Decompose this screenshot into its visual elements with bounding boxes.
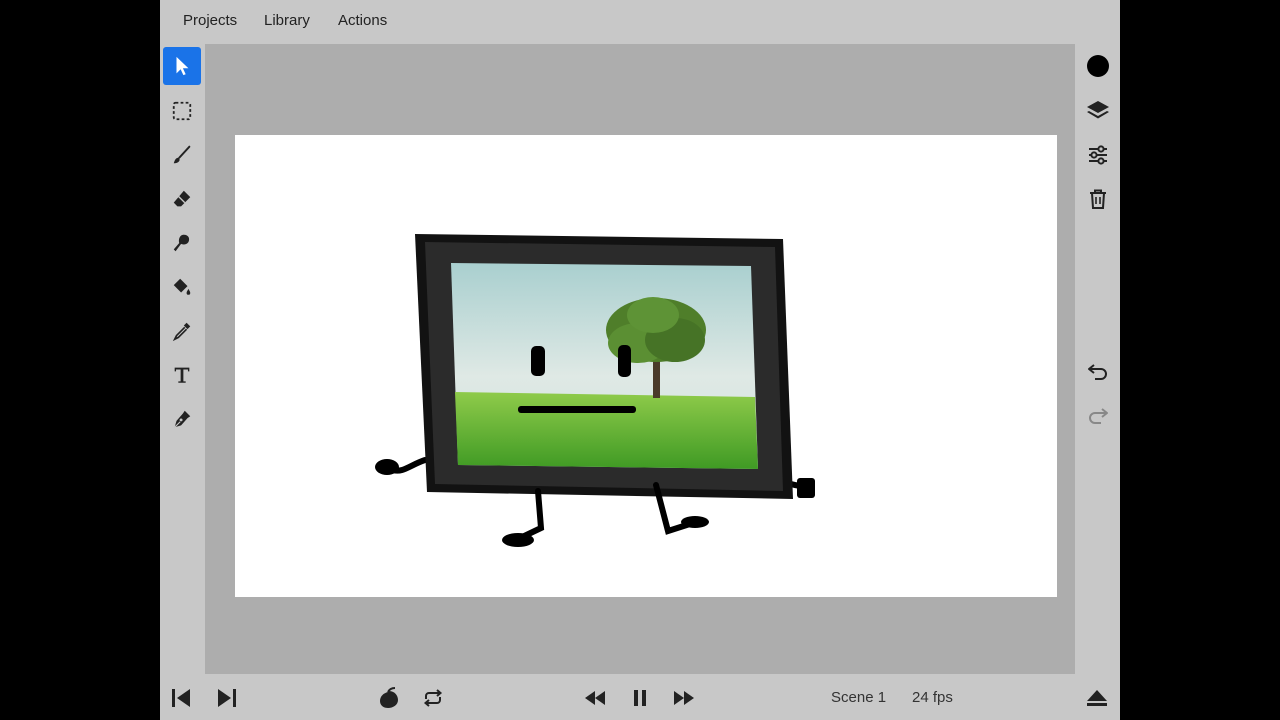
playback-bar: Scene 1 24 fps: [160, 676, 1120, 720]
rewind-icon: [585, 691, 605, 705]
layers-icon: [1087, 101, 1109, 119]
brush-icon: [173, 145, 191, 164]
rewind-button[interactable]: [581, 685, 609, 711]
trash-icon: [1090, 189, 1106, 209]
eject-button[interactable]: [1083, 685, 1111, 711]
tool-palette: [160, 44, 204, 674]
fill-tool-button[interactable]: [163, 268, 201, 306]
loop-button[interactable]: [419, 685, 447, 711]
brush-tool-button[interactable]: [163, 136, 201, 174]
menu-projects[interactable]: Projects: [183, 12, 237, 29]
loop-icon: [423, 689, 443, 707]
select-tool-button[interactable]: [163, 47, 201, 85]
text-icon: [174, 367, 190, 383]
next-frame-icon: [218, 689, 236, 707]
layers-button[interactable]: [1079, 92, 1117, 130]
color-swatch-icon: [1087, 55, 1109, 77]
undo-button[interactable]: [1079, 351, 1117, 389]
right-toolbar: [1075, 44, 1120, 674]
eraser-tool-button[interactable]: [163, 180, 201, 218]
color-swatch-button[interactable]: [1079, 47, 1117, 85]
previous-frame-icon: [172, 689, 190, 707]
fps-label[interactable]: 24 fps: [912, 689, 953, 706]
redo-button[interactable]: [1079, 395, 1117, 433]
character-artwork: [375, 234, 815, 547]
marquee-tool-button[interactable]: [163, 92, 201, 130]
eyedropper-icon: [172, 322, 191, 342]
sliders-icon: [1089, 145, 1107, 165]
delete-button[interactable]: [1079, 180, 1117, 218]
pen-tool-button[interactable]: [163, 400, 201, 438]
menu-library[interactable]: Library: [264, 12, 310, 29]
onion-skin-icon: [380, 687, 398, 708]
text-tool-button[interactable]: [163, 356, 201, 394]
pause-icon: [634, 690, 646, 706]
redo-icon: [1089, 408, 1108, 424]
arrow-pointer-icon: [176, 56, 189, 76]
next-frame-button[interactable]: [213, 685, 241, 711]
smudge-tool-button[interactable]: [163, 224, 201, 262]
dashed-square-icon: [172, 101, 192, 121]
eyedropper-tool-button[interactable]: [163, 312, 201, 350]
pen-nib-icon: [174, 410, 191, 428]
paint-bucket-icon: [173, 278, 191, 295]
fast-forward-button[interactable]: [670, 685, 698, 711]
animation-app: Projects Library Actions Scene 1 24 fps: [160, 0, 1120, 720]
canvas-stage[interactable]: [235, 135, 1057, 597]
eraser-icon: [173, 190, 191, 207]
pause-button[interactable]: [626, 685, 654, 711]
onion-skin-button[interactable]: [375, 685, 403, 711]
eject-icon: [1087, 690, 1107, 706]
menu-actions[interactable]: Actions: [338, 12, 387, 29]
undo-icon: [1088, 364, 1107, 380]
smudge-icon: [173, 234, 190, 252]
workspace: [205, 44, 1075, 674]
fast-forward-icon: [674, 691, 694, 705]
previous-frame-button[interactable]: [167, 685, 195, 711]
scene-label[interactable]: Scene 1: [831, 689, 886, 706]
menu-bar: Projects Library Actions: [160, 0, 1120, 44]
adjustments-button[interactable]: [1079, 136, 1117, 174]
